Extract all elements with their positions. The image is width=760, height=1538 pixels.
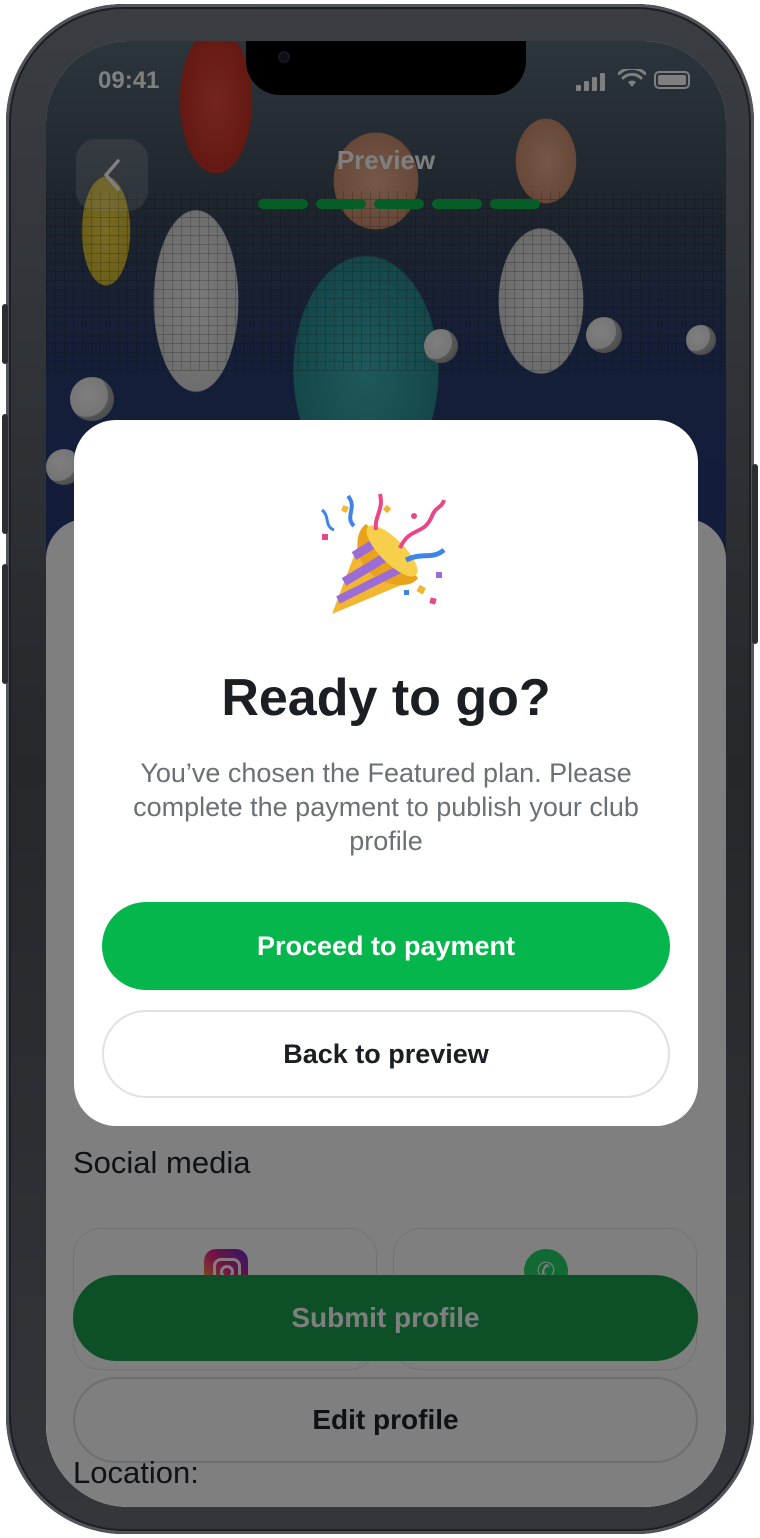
back-to-preview-button[interactable]: Back to preview	[102, 1010, 670, 1098]
dialog-title: Ready to go?	[221, 669, 551, 727]
power-button	[752, 464, 758, 644]
screen: Social media ✆ Submit profile Edit profi…	[46, 41, 726, 1507]
proceed-to-payment-button[interactable]: Proceed to payment	[102, 902, 670, 990]
action-button	[2, 304, 8, 364]
confirm-dialog: Ready to go? You’ve chosen the Featured …	[74, 420, 698, 1126]
volume-down-button	[2, 564, 8, 684]
dialog-message: You’ve chosen the Featured plan. Please …	[133, 758, 639, 856]
phone-frame: Social media ✆ Submit profile Edit profi…	[2, 4, 758, 1534]
volume-up-button	[2, 414, 8, 534]
party-popper-icon	[320, 493, 446, 614]
